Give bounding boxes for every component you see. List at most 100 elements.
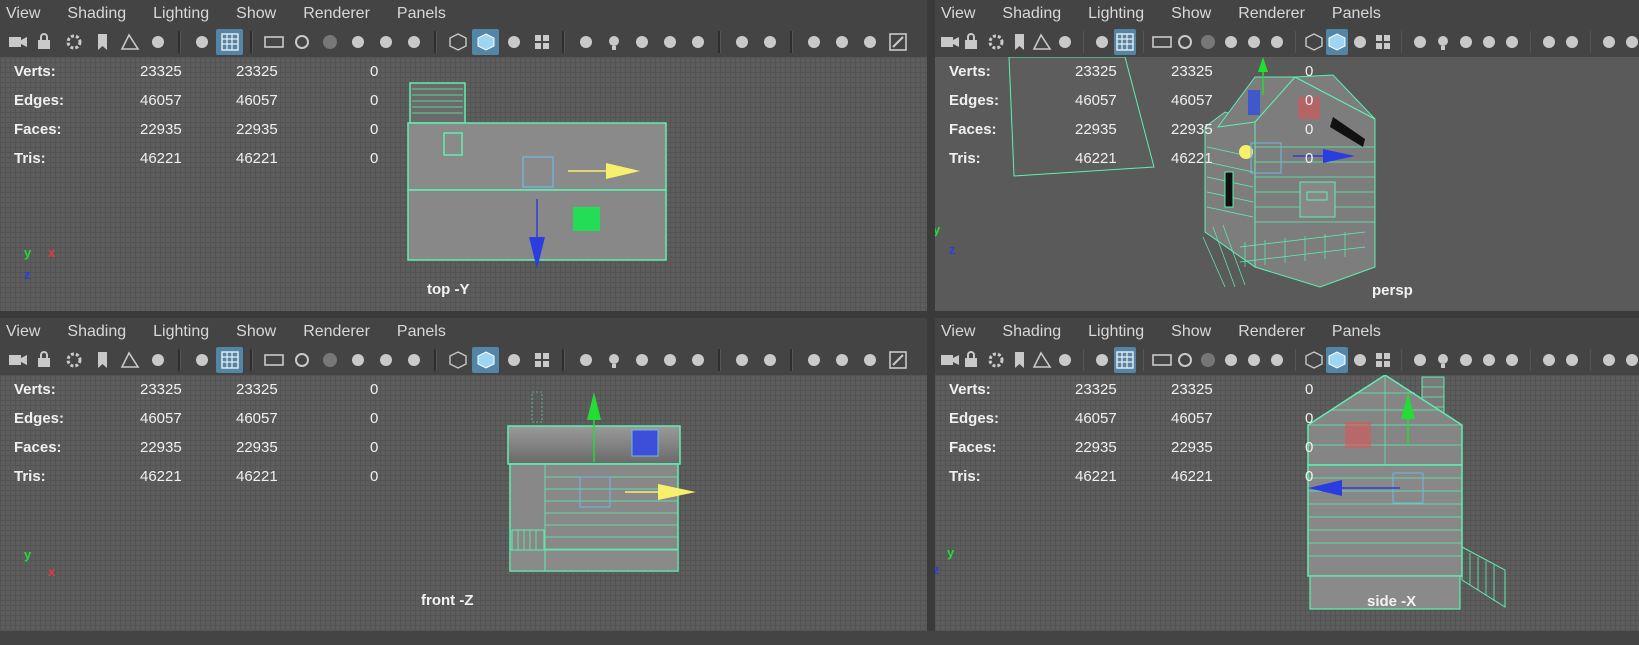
smooth-shade-icon[interactable] [1326, 29, 1348, 55]
xray-icon[interactable] [1409, 347, 1431, 373]
depth-of-field-icon[interactable] [756, 29, 783, 55]
depth-of-field-icon[interactable] [1561, 347, 1583, 373]
textured-icon[interactable] [1372, 347, 1394, 373]
resolution-gate-icon[interactable] [288, 347, 315, 373]
menu-panels[interactable]: Panels [391, 5, 455, 23]
gate-mask-icon[interactable] [1197, 347, 1219, 373]
menu-show[interactable]: Show [1165, 323, 1220, 341]
image-plane-icon[interactable] [116, 347, 143, 373]
xray-joints-icon[interactable] [828, 29, 855, 55]
viewport-canvas[interactable]: Verts: 23325 23325 0 Edges: 46057 46057 0 Face… [0, 375, 927, 631]
grid-icon[interactable] [1114, 29, 1136, 55]
textured-icon[interactable] [1372, 29, 1394, 55]
depth-of-field-icon[interactable] [1561, 29, 1583, 55]
menu-lighting[interactable]: Lighting [147, 323, 218, 341]
safe-title-icon[interactable] [1266, 347, 1288, 373]
menu-show[interactable]: Show [230, 323, 285, 341]
menu-lighting[interactable]: Lighting [1082, 323, 1153, 341]
safe-action-icon[interactable] [1243, 29, 1265, 55]
menu-view[interactable]: View [935, 323, 984, 341]
viewport-canvas[interactable]: Verts: 23325 23325 0 Edges: 46057 46057 0 Face… [0, 57, 927, 311]
safe-action-icon[interactable] [1243, 347, 1265, 373]
xray-active-icon[interactable] [856, 29, 883, 55]
wireframe-icon[interactable] [444, 29, 471, 55]
viewport-splitter-vertical[interactable] [927, 0, 935, 645]
viewport-panel-side[interactable]: View Shading Lighting Show Renderer Pane… [935, 318, 1639, 631]
camera-attributes-icon[interactable] [60, 347, 87, 373]
menu-view[interactable]: View [935, 5, 984, 23]
menu-lighting[interactable]: Lighting [1082, 5, 1153, 23]
motion-blur-icon[interactable] [1501, 29, 1523, 55]
menu-view[interactable]: View [0, 323, 49, 341]
lights-icon[interactable] [600, 29, 627, 55]
image-plane-icon[interactable] [1031, 29, 1053, 55]
safe-action-icon[interactable] [372, 347, 399, 373]
wireframe-on-shaded-icon[interactable] [500, 29, 527, 55]
film-gate-icon[interactable] [1151, 347, 1173, 373]
smooth-shade-icon[interactable] [472, 347, 499, 373]
viewport-panel-front[interactable]: View Shading Lighting Show Renderer Pane… [0, 318, 927, 631]
gate-mask-icon[interactable] [1197, 29, 1219, 55]
field-chart-icon[interactable] [1220, 29, 1242, 55]
multisample-aa-icon[interactable] [728, 347, 755, 373]
grease-pencil-icon[interactable] [1091, 347, 1113, 373]
screen-space-ao-icon[interactable] [656, 29, 683, 55]
bookmark-icon[interactable] [88, 347, 115, 373]
viewport-canvas[interactable]: Verts: 23325 23325 0 Edges: 46057 46057 0 Face… [935, 375, 1639, 631]
menu-show[interactable]: Show [1165, 5, 1220, 23]
menu-show[interactable]: Show [230, 5, 285, 23]
isolate-select-icon[interactable] [1598, 29, 1620, 55]
motion-blur-icon[interactable] [684, 347, 711, 373]
menu-shading[interactable]: Shading [996, 323, 1070, 341]
menu-shading[interactable]: Shading [61, 5, 135, 23]
safe-title-icon[interactable] [400, 29, 427, 55]
menu-panels[interactable]: Panels [1326, 323, 1390, 341]
lock-camera-icon[interactable] [962, 347, 984, 373]
resolution-gate-icon[interactable] [288, 29, 315, 55]
textured-icon[interactable] [528, 347, 555, 373]
multisample-aa-icon[interactable] [728, 29, 755, 55]
smooth-shade-icon[interactable] [1326, 347, 1348, 373]
2d-pan-zoom-icon[interactable] [1054, 347, 1076, 373]
xray-joints-icon[interactable] [1621, 347, 1639, 373]
grease-pencil-icon[interactable] [188, 347, 215, 373]
shadows-icon[interactable] [1455, 29, 1477, 55]
viewport-splitter-horizontal[interactable] [0, 311, 1639, 318]
bookmark-icon[interactable] [1008, 347, 1030, 373]
xray-joints-icon[interactable] [828, 347, 855, 373]
grid-icon[interactable] [216, 347, 243, 373]
screen-space-ao-icon[interactable] [1478, 29, 1500, 55]
motion-blur-icon[interactable] [1501, 347, 1523, 373]
hud-icon[interactable] [884, 29, 911, 55]
menu-view[interactable]: View [0, 5, 49, 23]
resolution-gate-icon[interactable] [1174, 347, 1196, 373]
image-plane-icon[interactable] [1031, 347, 1053, 373]
isolate-select-icon[interactable] [800, 347, 827, 373]
isolate-select-icon[interactable] [800, 29, 827, 55]
wireframe-on-shaded-icon[interactable] [1349, 29, 1371, 55]
wireframe-icon[interactable] [444, 347, 471, 373]
menu-renderer[interactable]: Renderer [297, 5, 379, 23]
camera-icon[interactable] [4, 29, 31, 55]
xray-icon[interactable] [572, 29, 599, 55]
grease-pencil-icon[interactable] [1091, 29, 1113, 55]
shadows-icon[interactable] [628, 347, 655, 373]
lights-icon[interactable] [1432, 29, 1454, 55]
grid-icon[interactable] [1114, 347, 1136, 373]
xray-joints-icon[interactable] [1621, 29, 1639, 55]
wireframe-icon[interactable] [1303, 29, 1325, 55]
safe-title-icon[interactable] [400, 347, 427, 373]
isolate-select-icon[interactable] [1598, 347, 1620, 373]
field-chart-icon[interactable] [344, 29, 371, 55]
bookmark-icon[interactable] [1008, 29, 1030, 55]
menu-renderer[interactable]: Renderer [297, 323, 379, 341]
lock-camera-icon[interactable] [962, 29, 984, 55]
multisample-aa-icon[interactable] [1538, 29, 1560, 55]
menu-lighting[interactable]: Lighting [147, 5, 218, 23]
lock-camera-icon[interactable] [32, 29, 59, 55]
gate-mask-icon[interactable] [316, 347, 343, 373]
screen-space-ao-icon[interactable] [1478, 347, 1500, 373]
2d-pan-zoom-icon[interactable] [1054, 29, 1076, 55]
motion-blur-icon[interactable] [684, 29, 711, 55]
resolution-gate-icon[interactable] [1174, 29, 1196, 55]
